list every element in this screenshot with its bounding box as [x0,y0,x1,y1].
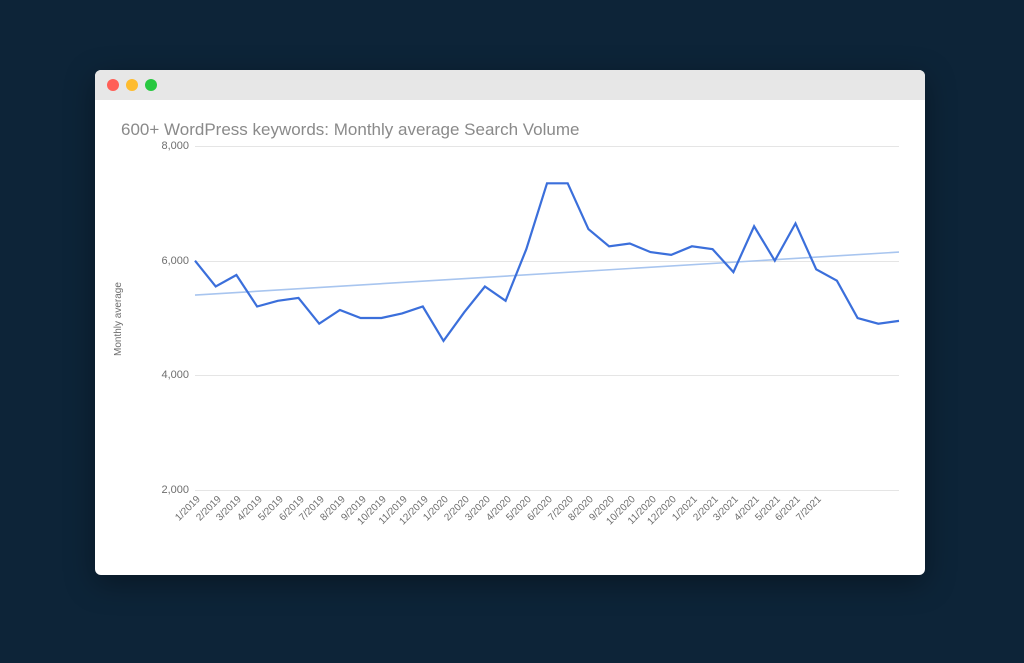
gridline [195,490,899,491]
series-line [195,183,899,341]
chart-svg [195,146,899,490]
close-icon[interactable] [107,79,119,91]
zoom-icon[interactable] [145,79,157,91]
window-titlebar [95,70,925,100]
y-tick-label: 6,000 [149,255,189,267]
y-tick-label: 8,000 [149,140,189,152]
x-axis-ticks: 1/20192/20193/20194/20195/20196/20197/20… [195,494,899,564]
trend-line [195,252,899,295]
minimize-icon[interactable] [126,79,138,91]
plot-area: Monthly average 2,0004,0006,0008,000 1/2… [119,146,899,566]
y-tick-label: 2,000 [149,484,189,496]
chart-title: 600+ WordPress keywords: Monthly average… [121,120,901,140]
chart-container: 600+ WordPress keywords: Monthly average… [95,100,925,575]
browser-window: 600+ WordPress keywords: Monthly average… [95,70,925,575]
y-axis-label: Monthly average [113,282,124,356]
y-tick-label: 4,000 [149,369,189,381]
